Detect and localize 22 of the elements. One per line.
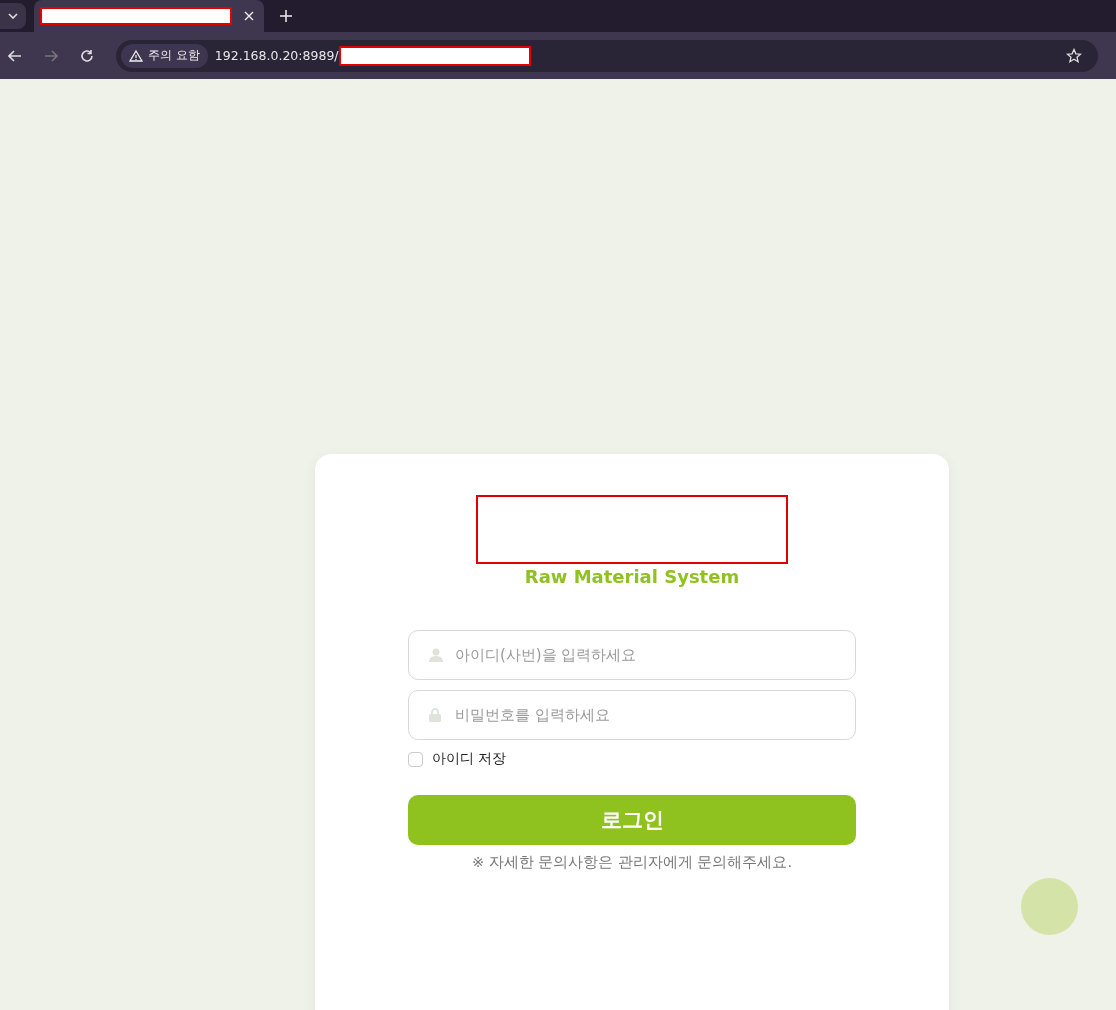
reload-icon[interactable] xyxy=(80,48,94,63)
help-note: ※ 자세한 문의사항은 관리자에게 문의해주세요. xyxy=(470,853,794,872)
forward-icon[interactable] xyxy=(44,49,58,62)
password-field[interactable]: 비밀번호를 입력하세요 xyxy=(408,690,856,740)
chevron-down-icon xyxy=(8,13,18,19)
browser-tab[interactable] xyxy=(34,0,264,32)
warning-icon xyxy=(129,49,143,62)
close-icon[interactable] xyxy=(244,11,254,21)
back-icon[interactable] xyxy=(8,49,22,62)
security-chip[interactable]: 주의 요함 xyxy=(121,43,208,68)
security-label: 주의 요함 xyxy=(148,47,200,64)
checkbox[interactable] xyxy=(408,751,423,767)
lock-icon xyxy=(429,708,441,722)
system-title: Raw Material System xyxy=(524,566,740,587)
new-tab-icon[interactable] xyxy=(280,10,292,22)
user-icon xyxy=(429,648,443,662)
id-field[interactable]: 아이디(사번)을 입력하세요 xyxy=(408,630,856,680)
bookmark-star-icon[interactable] xyxy=(1066,47,1082,64)
address-bar[interactable]: 주의 요함 192.168.0.20:8989/ xyxy=(116,39,1098,72)
url-text: 192.168.0.20:8989/ xyxy=(214,48,339,63)
checkbox-label: 아이디 저장 xyxy=(432,750,507,768)
tab-list-button[interactable] xyxy=(0,3,26,29)
